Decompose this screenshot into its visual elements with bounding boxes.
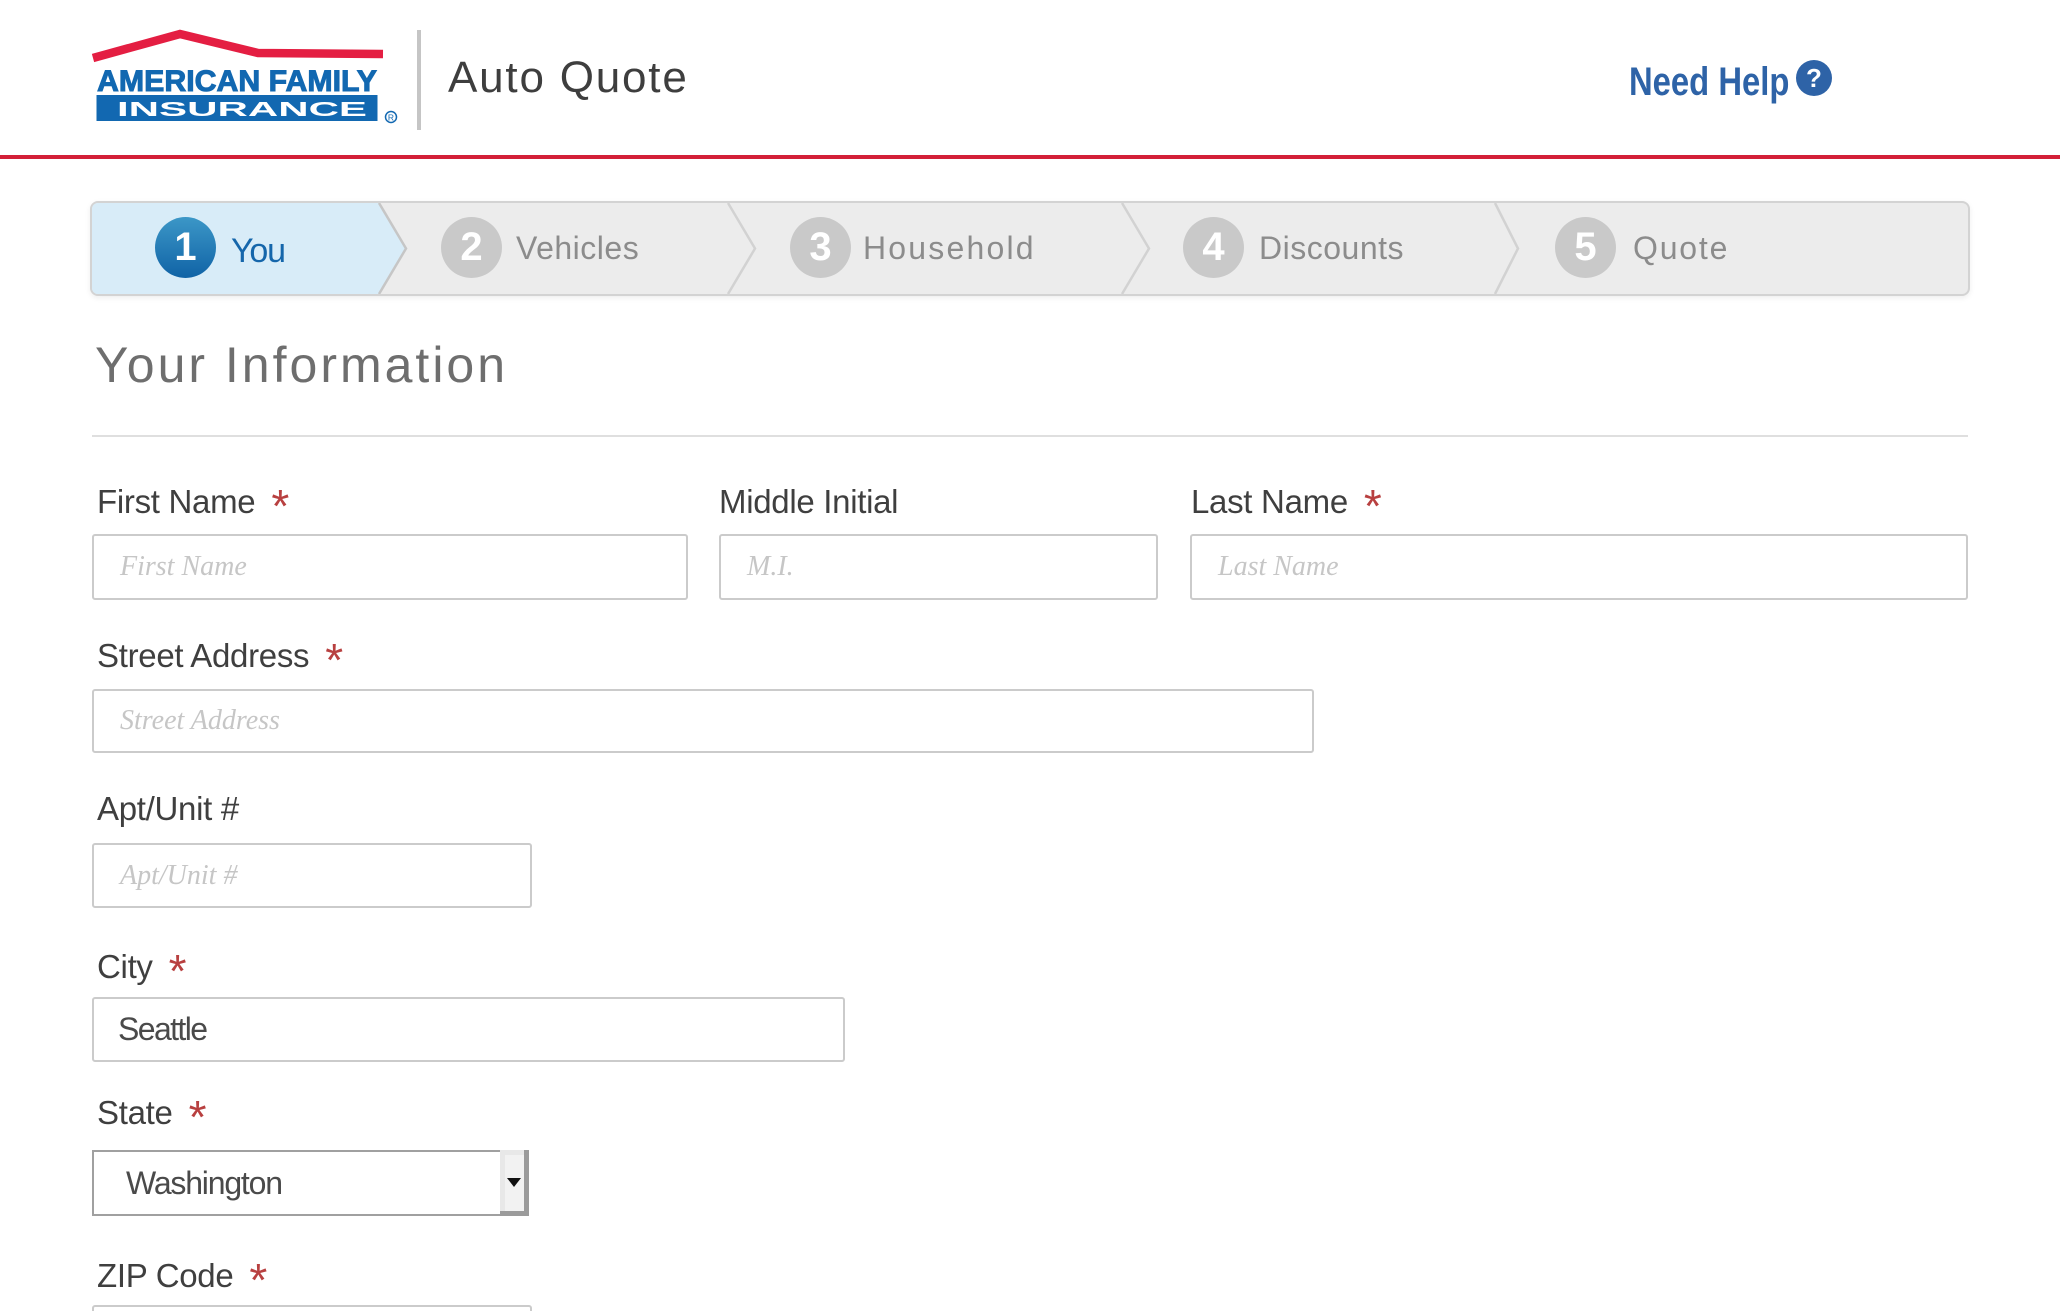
svg-text:AMERICAN FAMILY: AMERICAN FAMILY bbox=[97, 65, 377, 98]
svg-text:R: R bbox=[388, 113, 394, 123]
svg-text:INSURANCE: INSURANCE bbox=[117, 99, 367, 121]
